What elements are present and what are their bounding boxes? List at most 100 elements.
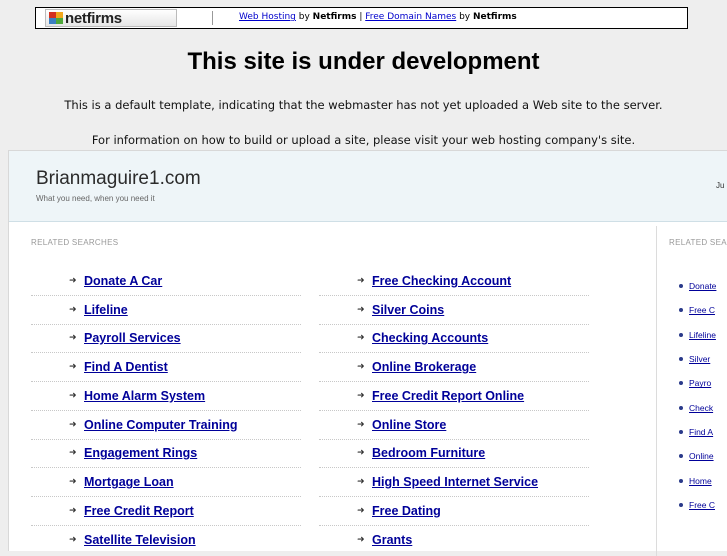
search-link[interactable]: Online Store <box>372 418 446 432</box>
bullet-icon <box>679 502 683 507</box>
page-title: This site is under development <box>187 48 540 75</box>
list-item[interactable]: ➜ Free Credit Report <box>31 497 301 526</box>
right-link-column: ➜ Free Checking Account ➜ Silver Coins ➜ Ch… <box>319 267 589 555</box>
list-item[interactable]: ➜ Free Checking Account <box>319 267 589 296</box>
search-link[interactable]: Online Computer Training <box>84 418 237 432</box>
list-item[interactable]: ➜ Free Credit Report Online <box>319 382 589 411</box>
list-item[interactable]: ➜ Checking Accounts <box>319 325 589 354</box>
bullet-icon <box>679 332 683 337</box>
side-search-link[interactable]: Free C <box>689 500 715 510</box>
side-list-item[interactable]: Online <box>679 444 727 468</box>
netfirms-logo-icon <box>49 12 63 24</box>
search-link[interactable]: Lifeline <box>84 303 128 317</box>
search-link[interactable]: Online Brokerage <box>372 360 476 374</box>
web-hosting-link[interactable]: Web Hosting <box>239 12 296 22</box>
arrow-right-icon: ➜ <box>69 505 77 516</box>
side-list-item[interactable]: Free C <box>679 298 727 322</box>
list-item[interactable]: ➜ Free Dating <box>319 497 589 526</box>
side-search-link[interactable]: Check <box>689 403 713 413</box>
side-search-link[interactable]: Lifeline <box>689 330 716 340</box>
arrow-right-icon: ➜ <box>357 477 365 488</box>
search-link[interactable]: Satellite Television <box>84 533 196 547</box>
list-item[interactable]: ➜ High Speed Internet Service <box>319 468 589 497</box>
arrow-right-icon: ➜ <box>357 304 365 315</box>
side-search-link[interactable]: Donate <box>689 281 716 291</box>
side-list-item[interactable]: Free C <box>679 493 727 517</box>
left-link-column: ➜ Donate A Car ➜ Lifeline ➜ Payroll Service… <box>31 267 301 555</box>
free-domain-names-link[interactable]: Free Domain Names <box>365 12 456 22</box>
search-link[interactable]: Donate A Car <box>84 274 162 288</box>
list-item[interactable]: ➜ Bedroom Furniture <box>319 440 589 469</box>
list-item[interactable]: ➜ Online Computer Training <box>31 411 301 440</box>
list-item[interactable]: ➜ Satellite Television <box>31 526 301 555</box>
bullet-icon <box>679 429 683 434</box>
arrow-right-icon: ➜ <box>69 304 77 315</box>
list-item[interactable]: ➜ Payroll Services <box>31 325 301 354</box>
search-link[interactable]: Mortgage Loan <box>84 475 174 489</box>
search-link[interactable]: Silver Coins <box>372 303 444 317</box>
list-item[interactable]: ➜ Online Brokerage <box>319 353 589 382</box>
side-related-searches-label: RELATED SEA <box>669 238 727 247</box>
search-link[interactable]: Free Credit Report Online <box>372 389 524 403</box>
arrow-right-icon: ➜ <box>357 390 365 401</box>
bar-divider <box>212 11 213 25</box>
search-link[interactable]: Free Credit Report <box>84 504 194 518</box>
side-search-link[interactable]: Home <box>689 476 712 486</box>
list-item[interactable]: ➜ Silver Coins <box>319 296 589 325</box>
list-item[interactable]: ➜ Home Alarm System <box>31 382 301 411</box>
arrow-right-icon: ➜ <box>69 448 77 459</box>
side-list-item[interactable]: Check <box>679 395 727 419</box>
bullet-icon <box>679 405 683 410</box>
side-search-link[interactable]: Online <box>689 451 714 461</box>
netfirms-links: Web Hosting by Netfirms | Free Domain Na… <box>239 12 517 22</box>
search-link[interactable]: Payroll Services <box>84 331 181 345</box>
column-divider <box>656 226 657 556</box>
netfirms-logo-text: netfirms <box>65 9 122 27</box>
search-link[interactable]: Free Dating <box>372 504 441 518</box>
side-search-link[interactable]: Silver <box>689 354 710 364</box>
search-link[interactable]: Grants <box>372 533 412 547</box>
search-link[interactable]: Bedroom Furniture <box>372 446 485 460</box>
bullet-icon <box>679 357 683 362</box>
parked-header: Brianmaguire1.com What you need, when yo… <box>9 151 727 222</box>
side-search-link[interactable]: Free C <box>689 305 715 315</box>
search-link[interactable]: Engagement Rings <box>84 446 197 460</box>
related-searches-label: RELATED SEARCHES <box>31 238 119 247</box>
list-item[interactable]: ➜ Engagement Rings <box>31 440 301 469</box>
arrow-right-icon: ➜ <box>69 535 77 546</box>
side-list-item[interactable]: Payro <box>679 371 727 395</box>
arrow-right-icon: ➜ <box>69 362 77 373</box>
list-item[interactable]: ➜ Online Store <box>319 411 589 440</box>
side-list-item[interactable]: Donate <box>679 274 727 298</box>
arrow-right-icon: ➜ <box>69 275 77 286</box>
arrow-right-icon: ➜ <box>357 362 365 373</box>
search-link[interactable]: Home Alarm System <box>84 389 205 403</box>
list-item[interactable]: ➜ Grants <box>319 526 589 555</box>
netfirms-logo[interactable]: netfirms <box>45 9 177 27</box>
search-link[interactable]: High Speed Internet Service <box>372 475 538 489</box>
header-right-text: Ju <box>716 181 725 190</box>
arrow-right-icon: ➜ <box>69 477 77 488</box>
list-item[interactable]: ➜ Mortgage Loan <box>31 468 301 497</box>
domain-tagline: What you need, when you need it <box>36 194 155 203</box>
arrow-right-icon: ➜ <box>357 535 365 546</box>
arrow-right-icon: ➜ <box>69 390 77 401</box>
arrow-right-icon: ➜ <box>357 505 365 516</box>
search-link[interactable]: Checking Accounts <box>372 331 488 345</box>
side-list-item[interactable]: Lifeline <box>679 323 727 347</box>
arrow-right-icon: ➜ <box>357 275 365 286</box>
bullet-icon <box>679 381 683 386</box>
side-list-item[interactable]: Silver <box>679 347 727 371</box>
search-link[interactable]: Free Checking Account <box>372 274 511 288</box>
list-item[interactable]: ➜ Donate A Car <box>31 267 301 296</box>
domain-name[interactable]: Brianmaguire1.com <box>36 168 201 190</box>
parked-page-frame: Brianmaguire1.com What you need, when yo… <box>8 150 727 556</box>
side-search-link[interactable]: Find A <box>689 427 713 437</box>
side-list-item[interactable]: Find A <box>679 420 727 444</box>
list-item[interactable]: ➜ Find A Dentist <box>31 353 301 382</box>
list-item[interactable]: ➜ Lifeline <box>31 296 301 325</box>
side-search-link[interactable]: Payro <box>689 378 711 388</box>
side-list-item[interactable]: Home <box>679 468 727 492</box>
search-link[interactable]: Find A Dentist <box>84 360 168 374</box>
notice-text: This is a default template, indicating t… <box>64 98 663 112</box>
